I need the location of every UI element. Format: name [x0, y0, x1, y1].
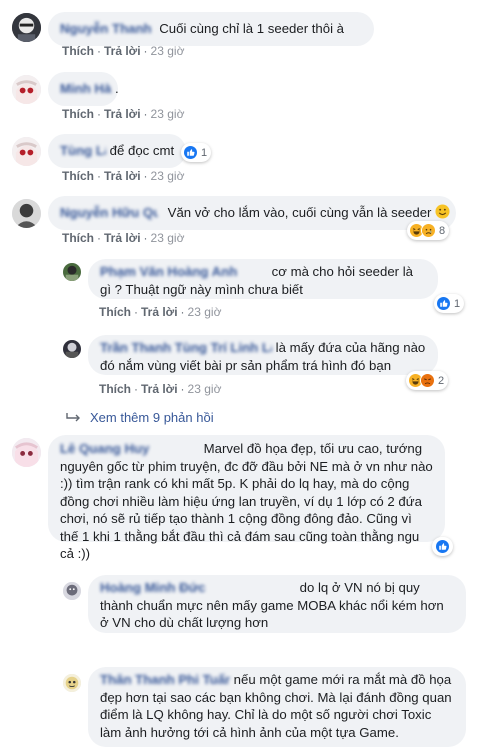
reaction-summary[interactable]: 8 — [407, 221, 450, 240]
avatar[interactable] — [12, 75, 41, 104]
reply-link[interactable]: Trả lời — [104, 107, 141, 121]
timestamp[interactable]: 23 giờ — [188, 382, 222, 396]
reply-bubble: Thân Thanh Phi Tuấn nếu một game mới ra … — [88, 667, 466, 747]
comment-bubble: Nguyễn Thanh Cuối cùng chỉ là 1 seeder t… — [48, 12, 374, 46]
reply-link[interactable]: Trả lời — [104, 231, 141, 245]
comment-actions: Thích · Trả lời · 23 giờ — [62, 107, 185, 121]
sad-reaction-icon — [421, 223, 436, 238]
commenter-name[interactable]: Phạm Văn Hoàng Anh — [100, 263, 268, 281]
avatar[interactable] — [12, 199, 41, 228]
reply-actions: Thích · Trả lời · 23 giờ — [99, 382, 222, 396]
comment-text: . — [114, 81, 119, 96]
reply-link[interactable]: Trả lời — [104, 44, 141, 58]
comment-text: để đọc cmt — [109, 143, 175, 158]
reply-actions: Thích · Trả lời · 23 giờ — [99, 305, 222, 319]
avatar[interactable] — [12, 137, 41, 166]
like-link[interactable]: Thích — [62, 107, 94, 121]
reply-bubble: Trần Thanh Tùng Trí Linh Lam là mấy đứa … — [88, 335, 438, 375]
avatar[interactable] — [63, 340, 81, 358]
commenter-name[interactable]: Trần Thanh Tùng Trí Linh Lam — [100, 339, 272, 357]
like-link[interactable]: Thích — [62, 169, 94, 183]
timestamp[interactable]: 23 giờ — [188, 305, 222, 319]
like-link[interactable]: Thích — [99, 305, 131, 319]
like-link[interactable]: Thích — [62, 231, 94, 245]
smile-emoji-icon — [435, 204, 450, 219]
like-link[interactable]: Thích — [99, 382, 131, 396]
like-link[interactable]: Thích — [62, 44, 94, 58]
reaction-summary[interactable] — [432, 537, 453, 556]
reply-bubble: Hoàng Minh Đức do lq ở VN nó bị quy thàn… — [88, 575, 466, 633]
reply-bubble: Phạm Văn Hoàng Anh cơ mà cho hỏi seeder … — [88, 259, 438, 299]
timestamp[interactable]: 23 giờ — [151, 44, 185, 58]
reply-link[interactable]: Trả lời — [141, 382, 178, 396]
like-reaction-icon — [183, 145, 198, 160]
reply-arrow-icon — [66, 412, 80, 421]
view-more-label: Xem thêm 9 phản hồi — [90, 410, 214, 425]
reaction-count: 1 — [201, 146, 208, 159]
reaction-count: 8 — [439, 224, 446, 237]
comment-text: Cuối cùng chỉ là 1 seeder thôi à — [159, 21, 345, 36]
avatar[interactable] — [12, 13, 41, 42]
comment-text: Marvel đồ họa đẹp, tối ưu cao, tướng ngu… — [60, 441, 433, 561]
angry-reaction-icon — [420, 373, 435, 388]
reaction-summary[interactable]: 2 — [406, 371, 449, 390]
reaction-count: 2 — [438, 374, 445, 387]
comment-actions: Thích · Trả lời · 23 giờ — [62, 44, 185, 58]
reply-link[interactable]: Trả lời — [141, 305, 178, 319]
commenter-name[interactable]: Minh Hà — [60, 81, 111, 96]
commenter-name[interactable]: Lê Quang Huy — [60, 440, 200, 458]
timestamp[interactable]: 23 giờ — [151, 231, 185, 245]
timestamp[interactable]: 23 giờ — [151, 169, 185, 183]
reply-link[interactable]: Trả lời — [104, 169, 141, 183]
avatar[interactable] — [63, 674, 81, 692]
reaction-summary[interactable]: 1 — [434, 294, 465, 313]
view-more-replies-link[interactable]: Xem thêm 9 phản hồi — [66, 410, 214, 425]
comment-bubble: Nguyễn Hữu Quang Văn vở cho lắm vào, cuố… — [48, 196, 456, 230]
commenter-name[interactable]: Nguyễn Hữu Quang — [60, 204, 158, 222]
comment-bubble: Tùng Lâm để đọc cmt — [48, 134, 186, 168]
avatar[interactable] — [12, 438, 41, 467]
commenter-name[interactable]: Thân Thanh Phi Tuấn — [100, 671, 230, 689]
comment-actions: Thích · Trả lời · 23 giờ — [62, 169, 185, 183]
commenter-name[interactable]: Tùng Lâm — [60, 142, 106, 160]
comment-bubble: Lê Quang Huy Marvel đồ họa đẹp, tối ưu c… — [48, 435, 445, 561]
comment-bubble: Minh Hà . — [48, 72, 119, 106]
commenter-name[interactable]: Nguyễn Thanh — [60, 21, 152, 36]
avatar[interactable] — [63, 263, 81, 281]
reaction-summary[interactable]: 1 — [181, 143, 212, 162]
comment-text: Văn vở cho lắm vào, cuối cùng vẫn là see… — [167, 205, 432, 220]
like-reaction-icon — [436, 296, 451, 311]
like-reaction-icon — [435, 539, 450, 554]
reaction-count: 1 — [454, 297, 461, 310]
comment-actions: Thích · Trả lời · 23 giờ — [62, 231, 185, 245]
avatar[interactable] — [63, 582, 81, 600]
commenter-name[interactable]: Hoàng Minh Đức — [100, 579, 296, 597]
timestamp[interactable]: 23 giờ — [151, 107, 185, 121]
